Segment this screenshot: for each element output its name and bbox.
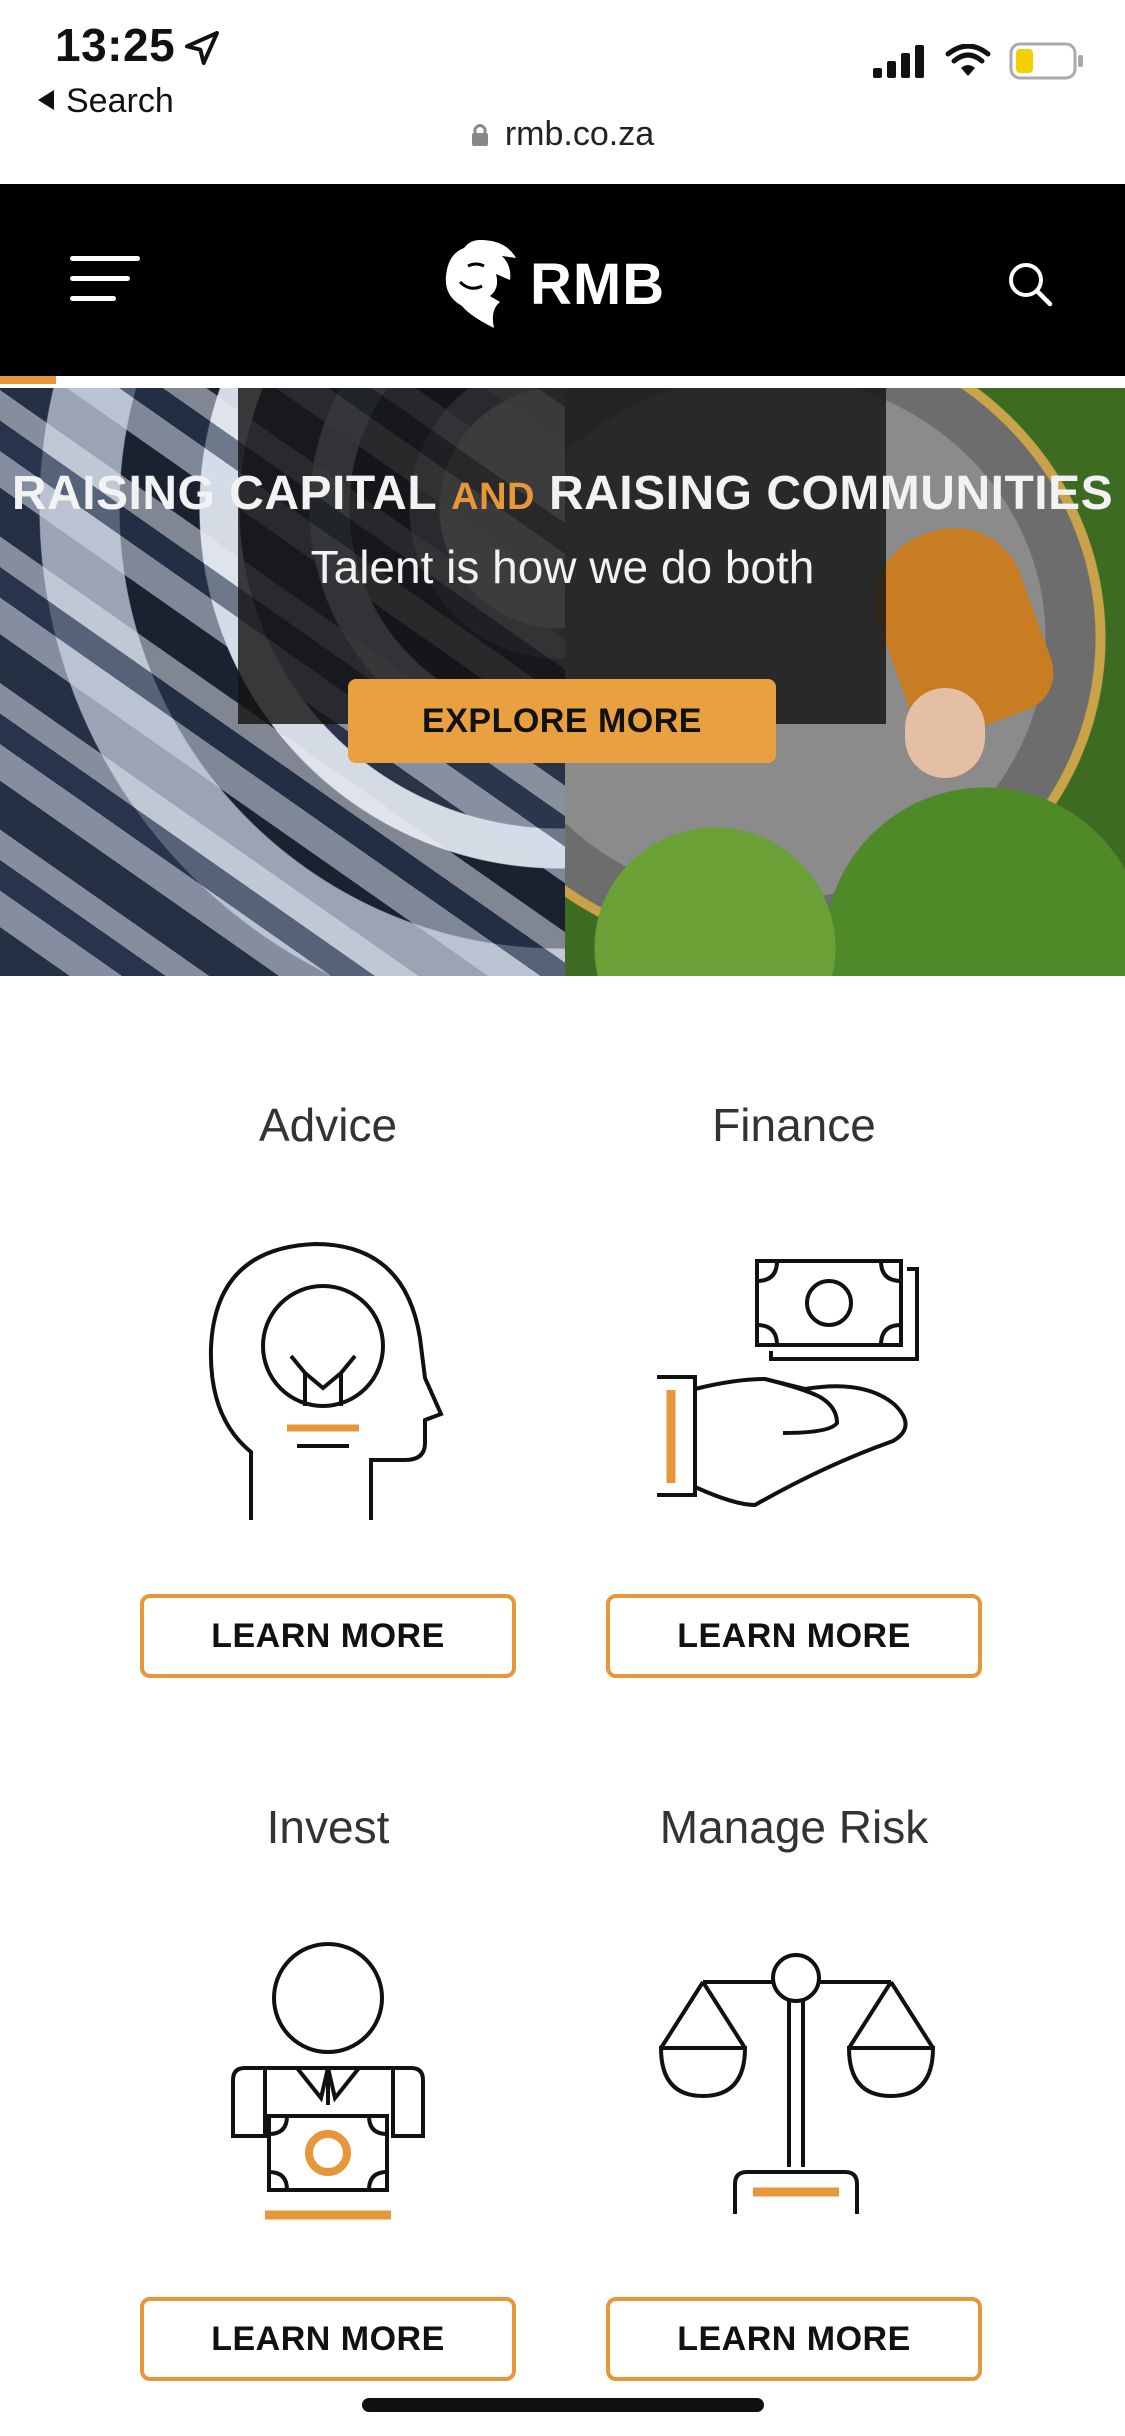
explore-more-button[interactable]: EXPLORE MORE bbox=[348, 679, 776, 763]
hero-headline: RAISING CAPITAL AND RAISING COMMUNITIES bbox=[0, 466, 1125, 521]
hamburger-menu-button[interactable] bbox=[70, 256, 140, 306]
investor-icon bbox=[231, 1942, 425, 2220]
lightbulb-head-icon bbox=[208, 1241, 444, 1520]
service-title: Invest bbox=[266, 1801, 390, 1853]
hero-headline-part2: RAISING COMMUNITIES bbox=[548, 467, 1114, 520]
back-arrow-icon bbox=[38, 90, 54, 110]
search-icon[interactable] bbox=[1005, 259, 1055, 309]
site-header: RMB bbox=[0, 184, 1125, 376]
hero-headline-and: AND bbox=[451, 476, 535, 518]
wifi-icon bbox=[945, 44, 991, 76]
finance-learn-more-button[interactable]: LEARN MORE bbox=[606, 1594, 982, 1678]
cellular-signal-icon bbox=[873, 45, 924, 78]
advice-learn-more-button[interactable]: LEARN MORE bbox=[140, 1594, 516, 1678]
service-title: Advice bbox=[258, 1099, 398, 1151]
service-manage-risk: Manage Risk bbox=[584, 1800, 1004, 1854]
service-title: Finance bbox=[712, 1099, 876, 1151]
service-invest: Invest bbox=[118, 1800, 538, 1854]
hero-child-face bbox=[905, 688, 985, 778]
status-time: 13:25 bbox=[55, 19, 176, 71]
home-indicator bbox=[362, 2398, 764, 2412]
hero-headline-part1: RAISING CAPITAL bbox=[11, 467, 438, 520]
battery-icon bbox=[1009, 42, 1083, 80]
lock-icon bbox=[471, 117, 489, 146]
money-hand-icon bbox=[657, 1259, 919, 1508]
service-advice: Advice bbox=[118, 1098, 538, 1152]
invest-learn-more-button[interactable]: LEARN MORE bbox=[140, 2297, 516, 2381]
url-bar[interactable]: rmb.co.za bbox=[0, 115, 1125, 154]
service-title: Manage Risk bbox=[659, 1801, 929, 1853]
location-arrow-icon bbox=[185, 31, 219, 65]
lion-logo-icon bbox=[445, 240, 516, 328]
status-bar: 13:25 Search rmb.co.za bbox=[0, 0, 1125, 184]
status-icons bbox=[871, 42, 1085, 80]
scales-icon bbox=[658, 1953, 936, 2214]
hero-subtitle: Talent is how we do both bbox=[310, 541, 815, 593]
url-text: rmb.co.za bbox=[504, 115, 655, 153]
rmb-logo[interactable]: RMB bbox=[440, 234, 665, 334]
carousel-progress-fill bbox=[0, 376, 57, 384]
service-finance: Finance bbox=[584, 1098, 1004, 1152]
hero-banner: RAISING CAPITAL AND RAISING COMMUNITIES Ta… bbox=[0, 388, 1125, 976]
manage-risk-learn-more-button[interactable]: LEARN MORE bbox=[606, 2297, 982, 2381]
logo-text: RMB bbox=[530, 251, 666, 317]
carousel-progress bbox=[0, 376, 1125, 388]
